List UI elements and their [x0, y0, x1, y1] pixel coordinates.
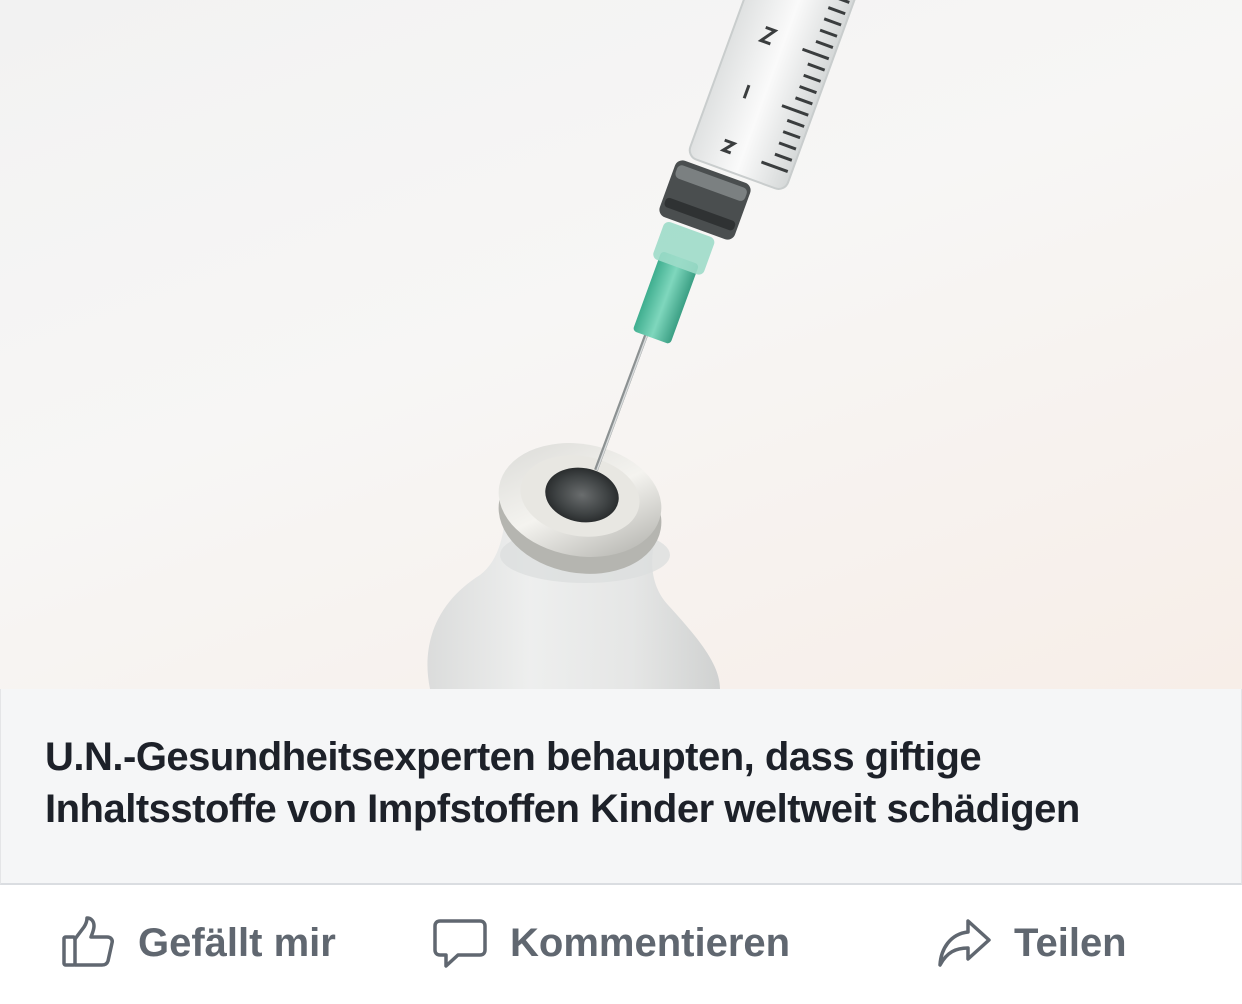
link-title[interactable]: U.N.-Gesundheitsexperten behaupten, dass… [45, 731, 1195, 835]
thumbs-up-icon [62, 916, 114, 967]
link-preview-image[interactable] [0, 0, 1242, 689]
like-label: Gefällt mir [138, 920, 336, 965]
syringe-vial-illustration [427, 0, 876, 689]
comment-button[interactable]: Kommentieren [432, 913, 790, 973]
feed-post: U.N.-Gesundheitsexperten behaupten, dass… [0, 0, 1242, 1004]
post-action-bar: Gefällt mir Kommentieren Teilen [0, 887, 1242, 1004]
share-label: Teilen [1014, 920, 1127, 965]
share-button[interactable]: Teilen [936, 913, 1127, 973]
comment-label: Kommentieren [510, 920, 791, 965]
speech-bubble-icon [433, 919, 487, 968]
link-caption-box[interactable]: U.N.-Gesundheitsexperten behaupten, dass… [0, 689, 1242, 885]
like-button[interactable]: Gefällt mir [60, 913, 336, 973]
share-arrow-icon [938, 919, 991, 967]
